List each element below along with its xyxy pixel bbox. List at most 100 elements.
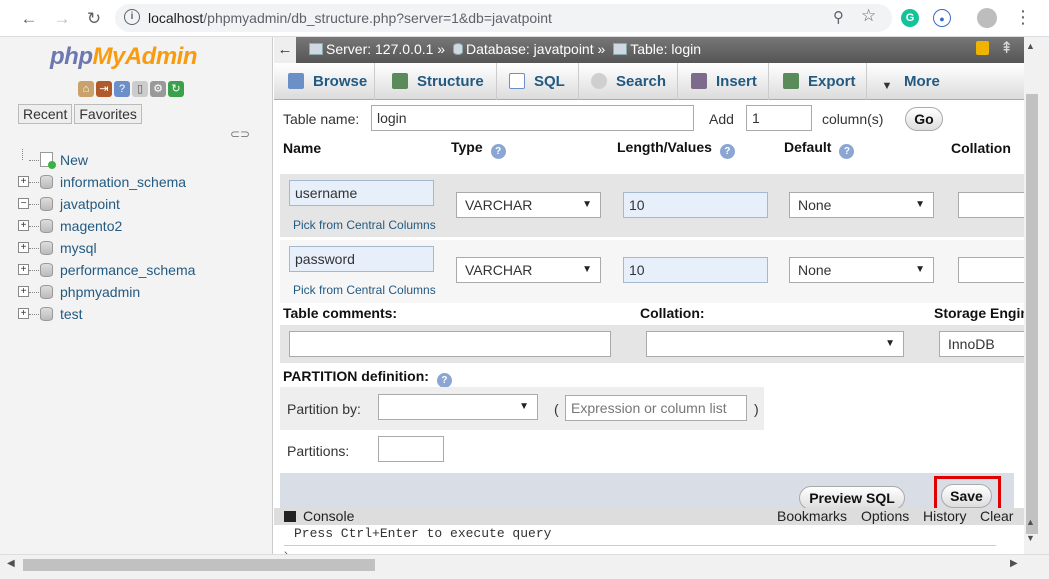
help-icon[interactable]: ? xyxy=(490,144,506,159)
column-default-select[interactable]: None ▼ xyxy=(789,257,934,283)
console-bookmarks[interactable]: Bookmarks xyxy=(777,508,847,525)
partition-by-select[interactable]: ▼ xyxy=(378,394,538,420)
tree-item-database[interactable]: + information_schema xyxy=(18,171,195,193)
scroll-up-arrow-icon[interactable]: ▲ xyxy=(1026,41,1035,51)
tab-structure[interactable]: Structure xyxy=(383,63,497,100)
site-info-icon[interactable]: i xyxy=(124,9,140,25)
home-icon[interactable]: ⌂ xyxy=(78,81,94,97)
reload-icon[interactable]: ↻ xyxy=(82,7,106,31)
console-title[interactable]: Console xyxy=(303,508,354,525)
address-bar[interactable]: i localhost/phpmyadmin/db_structure.php?… xyxy=(115,4,892,32)
back-arrow-icon[interactable]: ← xyxy=(17,7,41,31)
breadcrumb-database[interactable]: Database: javatpoint » xyxy=(466,41,605,57)
column-type-select[interactable]: VARCHAR ▼ xyxy=(456,257,601,283)
tree-item-database[interactable]: + phpmyadmin xyxy=(18,281,195,303)
help-icon[interactable]: ? xyxy=(719,144,735,159)
column-length-input[interactable]: 10 xyxy=(623,192,768,218)
favorites-button[interactable]: Favorites xyxy=(74,104,142,124)
server-icon xyxy=(309,43,323,55)
docs-icon[interactable]: ▯ xyxy=(132,81,148,97)
browser-menu-icon[interactable]: ⋮ xyxy=(1014,5,1032,29)
pick-central-columns-link[interactable]: Pick from Central Columns xyxy=(293,218,436,232)
recent-button[interactable]: Recent xyxy=(18,104,73,124)
extension-icon[interactable]: ● xyxy=(933,9,951,27)
close-paren: ) xyxy=(754,401,759,417)
horizontal-scrollbar[interactable]: ◀ ▶ xyxy=(0,554,1049,579)
partitions-input[interactable] xyxy=(378,436,444,462)
expand-plus-icon[interactable]: + xyxy=(18,286,29,297)
tree-item-database[interactable]: + performance_schema xyxy=(18,259,195,281)
breadcrumb-table[interactable]: Table: login xyxy=(630,41,701,57)
expand-plus-icon[interactable]: + xyxy=(18,308,29,319)
pick-central-columns-link[interactable]: Pick from Central Columns xyxy=(293,283,436,297)
bookmark-star-icon[interactable]: ☆ xyxy=(861,6,876,26)
tree-item-database[interactable]: + mysql xyxy=(18,237,195,259)
tree-item-new[interactable]: New xyxy=(18,149,195,171)
save-button[interactable]: Save xyxy=(941,484,992,508)
scroll-top-icon[interactable]: ⇞ xyxy=(1000,38,1013,58)
tab-sql[interactable]: SQL xyxy=(500,63,579,100)
column-default-select[interactable]: None ▼ xyxy=(789,192,934,218)
help-icon[interactable]: ? xyxy=(114,81,130,97)
header-type-label: Type xyxy=(451,139,483,155)
logout-icon[interactable]: ⇥ xyxy=(96,81,112,97)
expand-plus-icon[interactable]: + xyxy=(18,264,29,275)
scroll-right-arrow-icon[interactable]: ▶ xyxy=(1010,558,1018,569)
tab-insert[interactable]: Insert xyxy=(682,63,769,100)
phpmyadmin-logo[interactable]: phpMyAdmin xyxy=(50,43,197,71)
preview-sql-button[interactable]: Preview SQL xyxy=(799,486,905,510)
collapse-nav-arrow-icon[interactable]: ← xyxy=(274,37,296,63)
scroll-up-arrow-icon[interactable]: ▲ xyxy=(1026,517,1035,527)
tree-item-label: performance_schema xyxy=(60,262,196,278)
insert-icon xyxy=(691,73,707,89)
vertical-scroll-thumb[interactable] xyxy=(1026,94,1038,534)
address-url[interactable]: localhost/phpmyadmin/db_structure.php?se… xyxy=(148,10,552,26)
tab-export[interactable]: Export xyxy=(774,63,867,100)
reload-nav-icon[interactable]: ↻ xyxy=(168,81,184,97)
console-options[interactable]: Options xyxy=(861,508,909,525)
link-chain-icon[interactable]: ⊂⊃ xyxy=(230,127,250,141)
storage-engine-select[interactable]: InnoDB xyxy=(939,331,1024,357)
collapse-minus-icon[interactable]: − xyxy=(18,198,29,209)
go-button[interactable]: Go xyxy=(905,107,943,131)
expand-plus-icon[interactable]: + xyxy=(18,242,29,253)
table-name-input[interactable]: login xyxy=(371,105,694,131)
scroll-down-arrow-icon[interactable]: ▼ xyxy=(1026,533,1035,543)
table-collation-select[interactable]: ▼ xyxy=(646,331,904,357)
add-columns-input[interactable]: 1 xyxy=(746,105,812,131)
expand-plus-icon[interactable]: + xyxy=(18,176,29,187)
column-collation-select[interactable] xyxy=(958,192,1024,218)
partition-expression-input[interactable]: Expression or column list xyxy=(565,395,747,421)
header-default: Default? xyxy=(784,139,855,159)
column-name-input[interactable]: password xyxy=(289,246,434,272)
column-collation-select[interactable] xyxy=(958,257,1024,283)
help-icon[interactable]: ? xyxy=(436,373,452,388)
column-length-input[interactable]: 10 xyxy=(623,257,768,283)
profile-avatar-icon[interactable] xyxy=(977,8,997,28)
table-comments-input[interactable] xyxy=(289,331,611,357)
tree-item-database[interactable]: − javatpoint xyxy=(18,193,195,215)
help-icon[interactable]: ? xyxy=(839,144,855,159)
horizontal-scroll-thumb[interactable] xyxy=(23,559,375,571)
console-history[interactable]: History xyxy=(923,508,967,525)
vertical-scrollbar[interactable]: ▲ ▲ ▼ xyxy=(1024,37,1049,554)
header-default-label: Default xyxy=(784,139,832,155)
column-type-select[interactable]: VARCHAR ▼ xyxy=(456,192,601,218)
column-name-input[interactable]: username xyxy=(289,180,434,206)
settings-gear-icon[interactable]: ⚙ xyxy=(150,81,166,97)
forward-arrow-icon[interactable]: → xyxy=(50,7,74,31)
zoom-icon[interactable]: ⚲ xyxy=(833,8,844,26)
tree-item-database[interactable]: + test xyxy=(18,303,195,325)
dropdown-caret-icon: ▼ xyxy=(519,401,529,412)
scroll-left-arrow-icon[interactable]: ◀ xyxy=(7,558,15,569)
grammarly-extension-icon[interactable]: G xyxy=(901,9,919,27)
tab-browse[interactable]: Browse xyxy=(279,63,375,100)
tab-more[interactable]: ▼ More xyxy=(870,63,950,100)
tab-label: More xyxy=(904,73,940,90)
breadcrumb-server[interactable]: Server: 127.0.0.1 » xyxy=(326,41,445,57)
expand-plus-icon[interactable]: + xyxy=(18,220,29,231)
dropdown-caret-icon: ▼ xyxy=(885,338,895,349)
console-clear[interactable]: Clear xyxy=(980,508,1013,525)
tree-item-database[interactable]: + magento2 xyxy=(18,215,195,237)
tab-search[interactable]: Search xyxy=(582,63,678,100)
